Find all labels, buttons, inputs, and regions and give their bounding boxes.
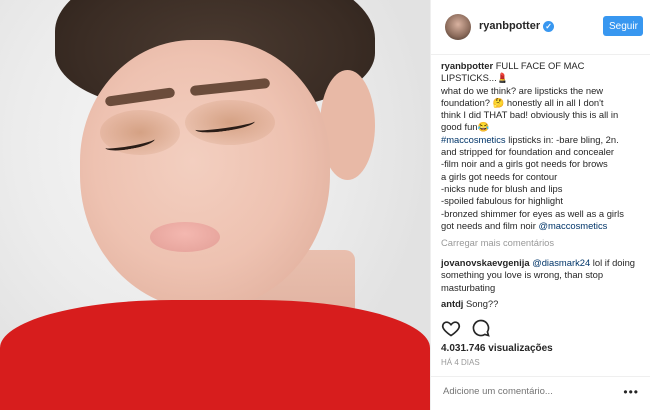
add-comment-bar: ••• <box>431 376 650 411</box>
photo-face <box>80 40 330 310</box>
list-line-4: -nicks nude for blush and lips <box>441 182 563 194</box>
verified-badge-icon: ✓ <box>543 20 555 32</box>
photo-shirt <box>0 300 430 410</box>
comment-icon[interactable] <box>471 318 491 338</box>
comment-item: antdj Song?? <box>441 298 641 310</box>
photo-lips <box>150 222 220 252</box>
comment-text: Song?? <box>466 297 499 309</box>
avatar[interactable] <box>445 14 471 40</box>
comment-username[interactable]: jovanovskaevgenija <box>441 257 530 268</box>
post-header: ryanbpotter ✓ Seguir <box>431 0 650 55</box>
last-line-prefix: got needs and film noir <box>441 219 536 231</box>
caption-line-2: LIPSTICKS...💄 <box>441 72 509 84</box>
comment-username[interactable]: antdj <box>441 298 463 309</box>
post-side-panel: ryanbpotter ✓ Seguir ryanbpotter FULL FAC… <box>430 0 650 410</box>
comment-list: jovanovskaevgenija @diasmark24 lol if do… <box>441 257 641 314</box>
list-line-3: a girls got needs for contour <box>441 170 558 182</box>
username[interactable]: ryanbpotter ✓ <box>479 20 555 32</box>
view-count: 4.031.746 visualizações <box>441 343 553 354</box>
mention-link[interactable]: @maccosmetics <box>538 220 607 231</box>
hashtag-rest: lipsticks in: -bare bling, 2n. <box>508 133 619 145</box>
hashtag-link[interactable]: #maccosmetics <box>441 134 506 145</box>
post-time: HÁ 4 DIAS <box>441 358 480 367</box>
instagram-post-viewer: ryanbpotter ✓ Seguir ryanbpotter FULL FAC… <box>0 0 650 410</box>
list-line-1: and stripped for foundation and conceale… <box>441 146 615 158</box>
load-more-comments[interactable]: Carregar mais comentários <box>441 237 641 249</box>
comment-mention[interactable]: @diasmark24 <box>532 257 590 268</box>
caption-line-4: foundation? 🤔 honestly all in all I don'… <box>441 96 604 108</box>
more-options-icon[interactable]: ••• <box>623 385 639 399</box>
post-photo[interactable] <box>0 0 430 410</box>
caption-username[interactable]: ryanbpotter <box>441 60 493 71</box>
username-text[interactable]: ryanbpotter <box>479 20 540 32</box>
follow-button[interactable]: Seguir <box>603 16 643 36</box>
caption-line-3: what do we think? are lipsticks the new <box>441 84 604 96</box>
comment-input[interactable] <box>441 385 615 398</box>
comment-item: jovanovskaevgenija @diasmark24 lol if do… <box>441 257 641 294</box>
list-line-6: -bronzed shimmer for eyes as well as a g… <box>441 207 624 219</box>
heart-icon[interactable] <box>441 318 461 338</box>
caption-line-5: think I did THAT bad! obviously this is … <box>441 109 619 121</box>
caption-line-6: good fun😂 <box>441 121 490 133</box>
post-actions <box>441 318 641 342</box>
list-line-2: -film noir and a girls got needs for bro… <box>441 158 608 170</box>
list-line-5: -spoiled fabulous for highlight <box>441 195 563 207</box>
caption: ryanbpotter FULL FACE OF MAC LIPSTICKS..… <box>441 60 641 249</box>
caption-line-1: FULL FACE OF MAC <box>495 60 585 71</box>
